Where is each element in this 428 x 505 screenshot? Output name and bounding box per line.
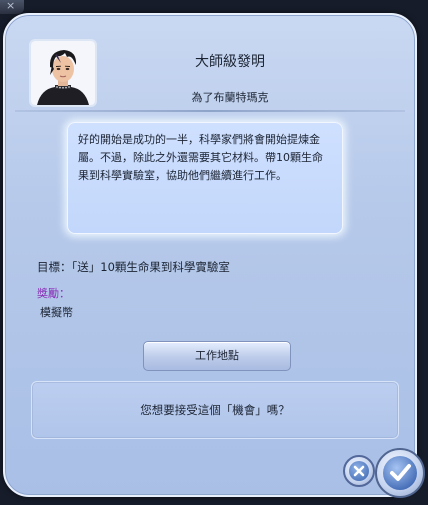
accept-button-face	[383, 456, 417, 490]
goal-text: 目標：「送」10顆生命果到科學實驗室	[37, 260, 230, 274]
accept-button[interactable]	[375, 448, 425, 498]
opportunity-dialog: 大師級發明 為了布蘭特瑪克 好的開始是成功的一半，科學家們將會開始提煉金屬。不過…	[3, 13, 417, 497]
close-icon: ×	[6, 0, 16, 12]
description-text: 好的開始是成功的一半，科學家們將會開始提煉金屬。不過，除此之外還需要其它材料。帶…	[78, 133, 323, 182]
cancel-button-face	[349, 461, 369, 481]
work-location-button[interactable]: 工作地點	[143, 341, 291, 371]
background-window-tab: ×	[0, 0, 24, 14]
checkmark-icon	[390, 464, 411, 481]
accept-prompt: 您想要接受這個「機會」嗎？	[31, 381, 399, 439]
cancel-button[interactable]	[343, 455, 375, 487]
avatar	[31, 41, 95, 105]
close-icon	[353, 465, 365, 477]
reward-label: 獎勵：	[37, 287, 70, 300]
header-divider	[15, 110, 405, 112]
dialog-subtitle: 為了布蘭特瑪克	[191, 91, 269, 104]
dialog-title: 大師級發明	[195, 54, 265, 70]
reward-value: 模擬幣	[40, 306, 73, 319]
sim-portrait	[29, 39, 97, 107]
prompt-text: 您想要接受這個「機會」嗎？	[140, 403, 290, 417]
description-box: 好的開始是成功的一半，科學家們將會開始提煉金屬。不過，除此之外還需要其它材料。帶…	[67, 122, 343, 234]
